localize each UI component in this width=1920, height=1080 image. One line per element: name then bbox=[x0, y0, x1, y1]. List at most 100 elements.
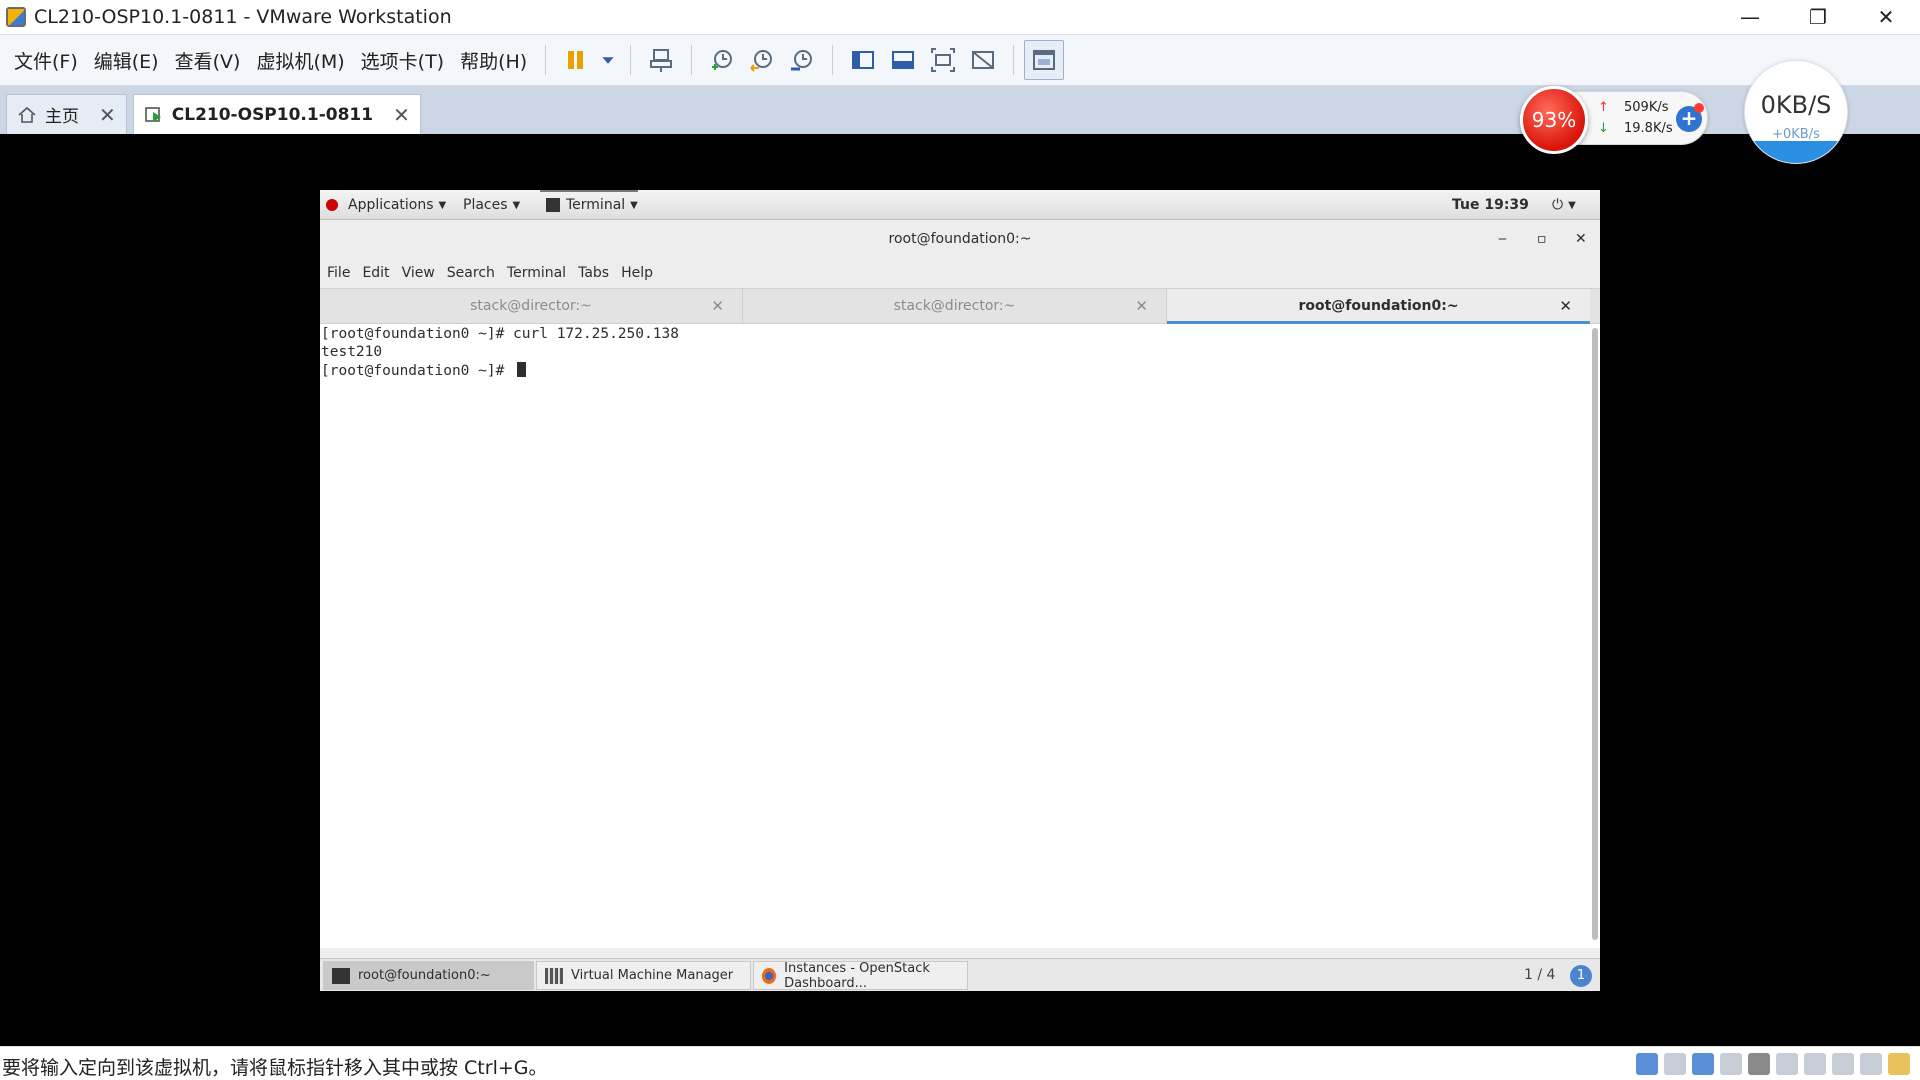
terminal-tab-label: root@foundation0:~ bbox=[1298, 298, 1459, 314]
terminal-maximize-button[interactable]: ▫ bbox=[1537, 220, 1547, 258]
network-monitor[interactable]: 93% ↑ 509K/s ↓ 19.8K/s + bbox=[1520, 86, 1710, 154]
terminal-menu-terminal[interactable]: Terminal bbox=[507, 265, 566, 281]
terminal-app-menu[interactable]: Terminal ▼ bbox=[540, 190, 638, 220]
thumbnail-bar-icon[interactable] bbox=[883, 40, 923, 80]
usb-icon[interactable] bbox=[1776, 1053, 1798, 1075]
terminal-line: [root@foundation0 ~]# curl 172.25.250.13… bbox=[321, 326, 679, 342]
status-bar: 要将输入定向到该虚拟机，请将鼠标指针移入其中或按 Ctrl+G。 bbox=[0, 1046, 1920, 1080]
terminal-menu-search[interactable]: Search bbox=[447, 265, 495, 281]
close-tab-icon[interactable]: ✕ bbox=[1135, 289, 1148, 323]
console-view-icon[interactable] bbox=[1024, 40, 1065, 80]
gnome-window-list: root@foundation0:~ Virtual Machine Manag… bbox=[320, 958, 1600, 991]
speed-main: 0KB/S bbox=[1760, 91, 1832, 119]
menu-file[interactable]: 文件(F) bbox=[6, 40, 86, 80]
applications-menu[interactable]: Applications ▼ bbox=[326, 190, 446, 220]
pause-icon[interactable] bbox=[556, 40, 596, 80]
power-dropdown-icon[interactable] bbox=[596, 40, 620, 80]
task-virt-manager[interactable]: Virtual Machine Manager bbox=[536, 961, 751, 990]
terminal-minimize-button[interactable]: ‒ bbox=[1498, 220, 1507, 258]
terminal-output[interactable]: [root@foundation0 ~]# curl 172.25.250.13… bbox=[320, 324, 1590, 948]
terminal-menu-edit[interactable]: Edit bbox=[362, 265, 389, 281]
removable-device-icon[interactable] bbox=[1860, 1053, 1882, 1075]
unity-icon[interactable] bbox=[963, 40, 1003, 80]
terminal-tab-active[interactable]: root@foundation0:~ ✕ bbox=[1167, 289, 1590, 324]
tab-vm-label: CL210-OSP10.1-0811 bbox=[171, 104, 374, 125]
memory-usage-badge[interactable]: 93% bbox=[1520, 86, 1588, 154]
menu-vm[interactable]: 虚拟机(M) bbox=[248, 40, 352, 80]
vmware-app-icon bbox=[6, 7, 26, 27]
guest-desktop[interactable]: Applications ▼ Places ▼ Terminal ▼ Tue 19:3… bbox=[320, 190, 1600, 991]
message-log-icon[interactable] bbox=[1888, 1053, 1910, 1075]
text-cursor bbox=[517, 362, 527, 377]
minimize-button[interactable]: — bbox=[1716, 0, 1784, 34]
display-icon[interactable] bbox=[1804, 1053, 1826, 1075]
menu-view[interactable]: 查看(V) bbox=[167, 40, 249, 80]
window-controls: — ❐ ✕ bbox=[1716, 0, 1920, 34]
hard-disk-icon[interactable] bbox=[1636, 1053, 1658, 1075]
terminal-menu-tabs[interactable]: Tabs bbox=[578, 265, 609, 281]
toolbar-separator bbox=[630, 45, 632, 75]
terminal-scrollbar[interactable] bbox=[1590, 324, 1600, 948]
power-menu[interactable]: ⏻ ▼ bbox=[1552, 190, 1576, 220]
speed-ball-widget[interactable]: 0KB/S +0KB/s bbox=[1744, 60, 1848, 164]
task-terminal[interactable]: root@foundation0:~ bbox=[323, 961, 534, 990]
task-openstack-dashboard[interactable]: Instances - OpenStack Dashboard... bbox=[753, 961, 968, 991]
status-message: 要将输入定向到该虚拟机，请将鼠标指针移入其中或按 Ctrl+G。 bbox=[2, 1057, 548, 1079]
workspace-indicator[interactable]: 1 / 4 bbox=[1524, 959, 1555, 992]
close-button[interactable]: ✕ bbox=[1852, 0, 1920, 34]
tab-home[interactable]: 主页 ✕ bbox=[6, 94, 127, 134]
upload-arrow-icon: ↑ bbox=[1598, 100, 1609, 115]
close-tab-icon[interactable]: ✕ bbox=[711, 289, 724, 323]
close-tab-icon[interactable]: ✕ bbox=[1559, 289, 1572, 323]
cd-dvd-icon[interactable] bbox=[1664, 1053, 1686, 1075]
menu-bar: 文件(F) 编辑(E) 查看(V) 虚拟机(M) 选项卡(T) 帮助(H) bbox=[0, 34, 1920, 86]
menu-tabs[interactable]: 选项卡(T) bbox=[353, 40, 452, 80]
snapshot-icon[interactable] bbox=[702, 40, 742, 80]
terminal-window-title: root@foundation0:~ bbox=[888, 231, 1032, 247]
sound-card-icon[interactable] bbox=[1748, 1053, 1770, 1075]
scrollbar-thumb[interactable] bbox=[1592, 328, 1598, 940]
close-tab-icon[interactable]: ✕ bbox=[99, 103, 116, 127]
show-library-icon[interactable] bbox=[843, 40, 883, 80]
virt-manager-icon bbox=[545, 967, 563, 984]
download-speed: 19.8K/s bbox=[1624, 121, 1673, 136]
title-bar: CL210-OSP10.1-0811 - VMware Workstation … bbox=[0, 0, 1920, 34]
speed-wave bbox=[1745, 141, 1847, 163]
printer-icon[interactable] bbox=[1720, 1053, 1742, 1075]
upload-speed: 509K/s bbox=[1624, 100, 1669, 115]
fullscreen-icon[interactable] bbox=[923, 40, 963, 80]
snapshot-manager-icon[interactable] bbox=[782, 40, 822, 80]
info-icon[interactable]: 1 bbox=[1570, 965, 1592, 987]
terminal-prompt: [root@foundation0 ~]# bbox=[321, 363, 514, 379]
redhat-logo-icon bbox=[326, 199, 338, 211]
terminal-close-button[interactable]: ✕ bbox=[1575, 220, 1587, 258]
vmware-workstation-window: CL210-OSP10.1-0811 - VMware Workstation … bbox=[0, 0, 1920, 1080]
send-ctrl-alt-del-icon[interactable] bbox=[641, 40, 681, 80]
device-status-icons bbox=[1636, 1053, 1910, 1075]
terminal-tab[interactable]: stack@director:~ ✕ bbox=[743, 289, 1167, 324]
notification-dot bbox=[1694, 103, 1704, 113]
terminal-menu-file[interactable]: File bbox=[327, 265, 350, 281]
restore-button[interactable]: ❐ bbox=[1784, 0, 1852, 34]
close-tab-icon[interactable]: ✕ bbox=[393, 103, 410, 127]
toolbar-separator bbox=[691, 45, 693, 75]
terminal-tab[interactable]: stack@director:~ ✕ bbox=[320, 289, 743, 324]
terminal-icon bbox=[332, 967, 350, 984]
terminal-menu-help[interactable]: Help bbox=[621, 265, 653, 281]
menu-help[interactable]: 帮助(H) bbox=[452, 40, 535, 80]
terminal-icon bbox=[546, 198, 560, 212]
menu-edit[interactable]: 编辑(E) bbox=[86, 40, 167, 80]
clock[interactable]: Tue 19:39 bbox=[1452, 190, 1529, 220]
terminal-tab-label: stack@director:~ bbox=[470, 298, 592, 314]
terminal-line: test210 bbox=[321, 344, 383, 360]
network-adapter-icon[interactable] bbox=[1692, 1053, 1714, 1075]
toolbar-separator bbox=[545, 45, 547, 75]
revert-snapshot-icon[interactable] bbox=[742, 40, 782, 80]
terminal-tabs: stack@director:~ ✕ stack@director:~ ✕ ro… bbox=[320, 288, 1600, 324]
terminal-menu-view[interactable]: View bbox=[402, 265, 435, 281]
floppy-icon[interactable] bbox=[1832, 1053, 1854, 1075]
firefox-icon bbox=[762, 967, 777, 984]
terminal-menu-bar: File Edit View Search Terminal Tabs Help bbox=[320, 258, 1600, 288]
places-menu[interactable]: Places ▼ bbox=[463, 190, 520, 220]
tab-vm-cl210[interactable]: CL210-OSP10.1-0811 ✕ bbox=[132, 94, 421, 134]
